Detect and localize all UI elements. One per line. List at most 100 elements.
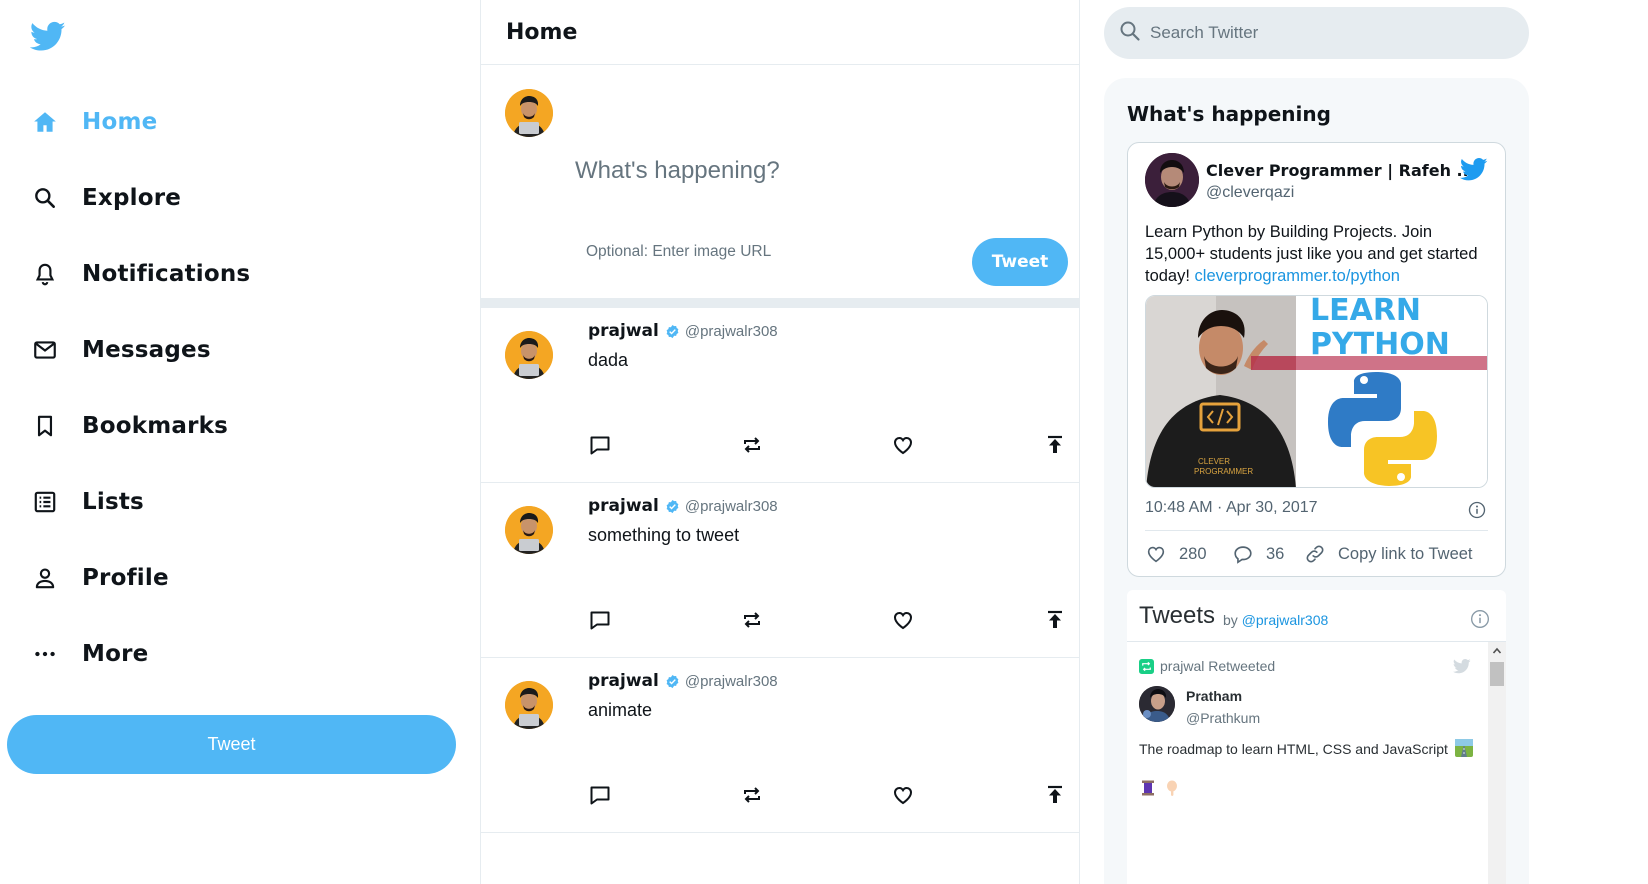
twitter-bird-icon[interactable]: [1459, 155, 1488, 183]
share-icon[interactable]: [1043, 608, 1067, 632]
sidebar-item-label: Bookmarks: [82, 413, 229, 439]
post-author-handle[interactable]: @prajwalr308: [685, 498, 778, 515]
timeline-tweet-author-name[interactable]: Pratham: [1186, 688, 1242, 704]
retweeted-indicator: prajwal Retweeted: [1139, 658, 1275, 674]
post-text: dada: [588, 350, 629, 370]
sidebar-item-label: More: [82, 641, 149, 667]
timeline-tweet-text: The roadmap to learn HTML, CSS and JavaS…: [1139, 739, 1473, 757]
road-emoji-icon: [1454, 739, 1473, 757]
like-count: 280: [1179, 544, 1207, 563]
post-author-name[interactable]: prajwal: [588, 671, 659, 691]
more-icon: [30, 639, 60, 669]
sidebar-item-lists[interactable]: Lists: [30, 477, 144, 527]
timeline-tweet-author-handle[interactable]: @Prathkum: [1186, 710, 1260, 726]
scroll-up-arrow-icon[interactable]: [1488, 642, 1506, 659]
retweet-icon[interactable]: [740, 783, 764, 807]
avatar[interactable]: [1145, 153, 1199, 207]
like-icon[interactable]: [891, 433, 915, 457]
feed-header: Home: [481, 0, 1079, 65]
sidebar-item-home[interactable]: Home: [30, 97, 157, 147]
sidebar-item-profile[interactable]: Profile: [30, 553, 169, 603]
embed-author-handle[interactable]: @cleverqazi: [1206, 184, 1294, 202]
post-header: prajwal @prajwalr308: [588, 496, 778, 516]
share-icon[interactable]: [1043, 783, 1067, 807]
list-icon: [30, 487, 60, 517]
embed-media-image[interactable]: CLEVER PROGRAMMER LEARN PYTHON: [1145, 295, 1488, 488]
image-url-input[interactable]: Optional: Enter image URL: [586, 243, 771, 261]
feed: Home Optional: Enter image URL Tweet pra…: [480, 0, 1080, 884]
like-icon[interactable]: [891, 608, 915, 632]
post-actions: [588, 608, 1066, 632]
embed-like-button[interactable]: 280: [1145, 543, 1207, 565]
copy-link-button[interactable]: Copy link to Tweet: [1304, 543, 1473, 565]
sidebar-item-label: Home: [82, 109, 158, 135]
composer-tweet-button[interactable]: Tweet: [972, 238, 1068, 286]
embed-reply-button[interactable]: 36: [1232, 543, 1284, 565]
timeline-by: by @prajwalr308: [1223, 612, 1328, 628]
divider: [481, 298, 1079, 308]
like-icon[interactable]: [891, 783, 915, 807]
scroll-thumb[interactable]: [1490, 662, 1504, 686]
retweet-icon[interactable]: [740, 433, 764, 457]
sidebar-item-explore[interactable]: Explore: [30, 173, 181, 223]
embedded-tweet[interactable]: Clever Programmer | Rafeh ... @cleverqaz…: [1127, 142, 1506, 577]
sidebar: Home Explore Notifications Messages Book…: [0, 0, 480, 884]
post-author-name[interactable]: prajwal: [588, 496, 659, 516]
reply-icon[interactable]: [588, 433, 612, 457]
svg-text:CLEVER: CLEVER: [1198, 457, 1230, 466]
verified-badge-icon: [666, 324, 679, 338]
search-icon: [30, 183, 60, 213]
bell-icon: [30, 259, 60, 289]
sidebar-item-label: Profile: [82, 565, 169, 591]
post-header: prajwal @prajwalr308: [588, 671, 778, 691]
info-icon[interactable]: [1470, 609, 1489, 628]
avatar[interactable]: [1139, 686, 1175, 722]
reply-icon[interactable]: [588, 783, 612, 807]
twitter-bird-icon[interactable]: [29, 18, 66, 54]
reply-icon[interactable]: [588, 608, 612, 632]
post-header: prajwal @prajwalr308: [588, 321, 778, 341]
tweets-timeline: Tweets by @prajwalr308 prajwal Retweeted…: [1127, 590, 1506, 884]
widget-title: What's happening: [1127, 102, 1331, 126]
avatar: [505, 681, 553, 729]
sidebar-item-notifications[interactable]: Notifications: [30, 249, 250, 299]
post-actions: [588, 433, 1066, 457]
sidebar-item-more[interactable]: More: [30, 629, 148, 679]
media-title-line1: LEARN: [1310, 296, 1421, 328]
post-author-handle[interactable]: @prajwalr308: [685, 323, 778, 340]
sidebar-item-label: Notifications: [82, 261, 251, 287]
post-text: animate: [588, 700, 653, 720]
spool-emoji-icon: [1139, 779, 1157, 797]
timeline-by-handle[interactable]: @prajwalr308: [1242, 612, 1329, 628]
retweet-icon: [1139, 658, 1154, 674]
search-input[interactable]: [1150, 23, 1490, 43]
post-author-handle[interactable]: @prajwalr308: [685, 673, 778, 690]
embed-author-name[interactable]: Clever Programmer | Rafeh ...: [1206, 161, 1475, 180]
sidebar-item-label: Lists: [82, 489, 144, 515]
post: prajwal @prajwalr308 something to tweet: [481, 483, 1079, 658]
sidebar-item-bookmarks[interactable]: Bookmarks: [30, 401, 228, 451]
link-icon: [1306, 545, 1324, 563]
info-icon[interactable]: [1468, 501, 1486, 519]
search-bar[interactable]: [1104, 7, 1529, 59]
avatar: [505, 506, 553, 554]
twitter-bird-icon[interactable]: [1452, 657, 1472, 675]
retweeted-label[interactable]: prajwal Retweeted: [1160, 658, 1275, 674]
scrollbar[interactable]: [1488, 642, 1506, 884]
verified-badge-icon: [666, 674, 679, 688]
tweet-text-input[interactable]: [575, 157, 1045, 185]
sidebar-tweet-button[interactable]: Tweet: [7, 715, 456, 774]
person-icon: [30, 563, 60, 593]
timeline-by-prefix: by: [1223, 612, 1238, 628]
post-author-name[interactable]: prajwal: [588, 321, 659, 341]
embed-link[interactable]: cleverprogrammer.to/python: [1195, 267, 1400, 285]
sidebar-item-messages[interactable]: Messages: [30, 325, 211, 375]
sidebar-item-label: Explore: [82, 185, 182, 211]
mail-icon: [30, 335, 60, 365]
page-title: Home: [506, 19, 578, 45]
post: prajwal @prajwalr308 animate: [481, 658, 1079, 833]
reply-count: 36: [1266, 544, 1285, 563]
embed-date[interactable]: 10:48 AM · Apr 30, 2017: [1145, 499, 1318, 517]
share-icon[interactable]: [1043, 433, 1067, 457]
retweet-icon[interactable]: [740, 608, 764, 632]
